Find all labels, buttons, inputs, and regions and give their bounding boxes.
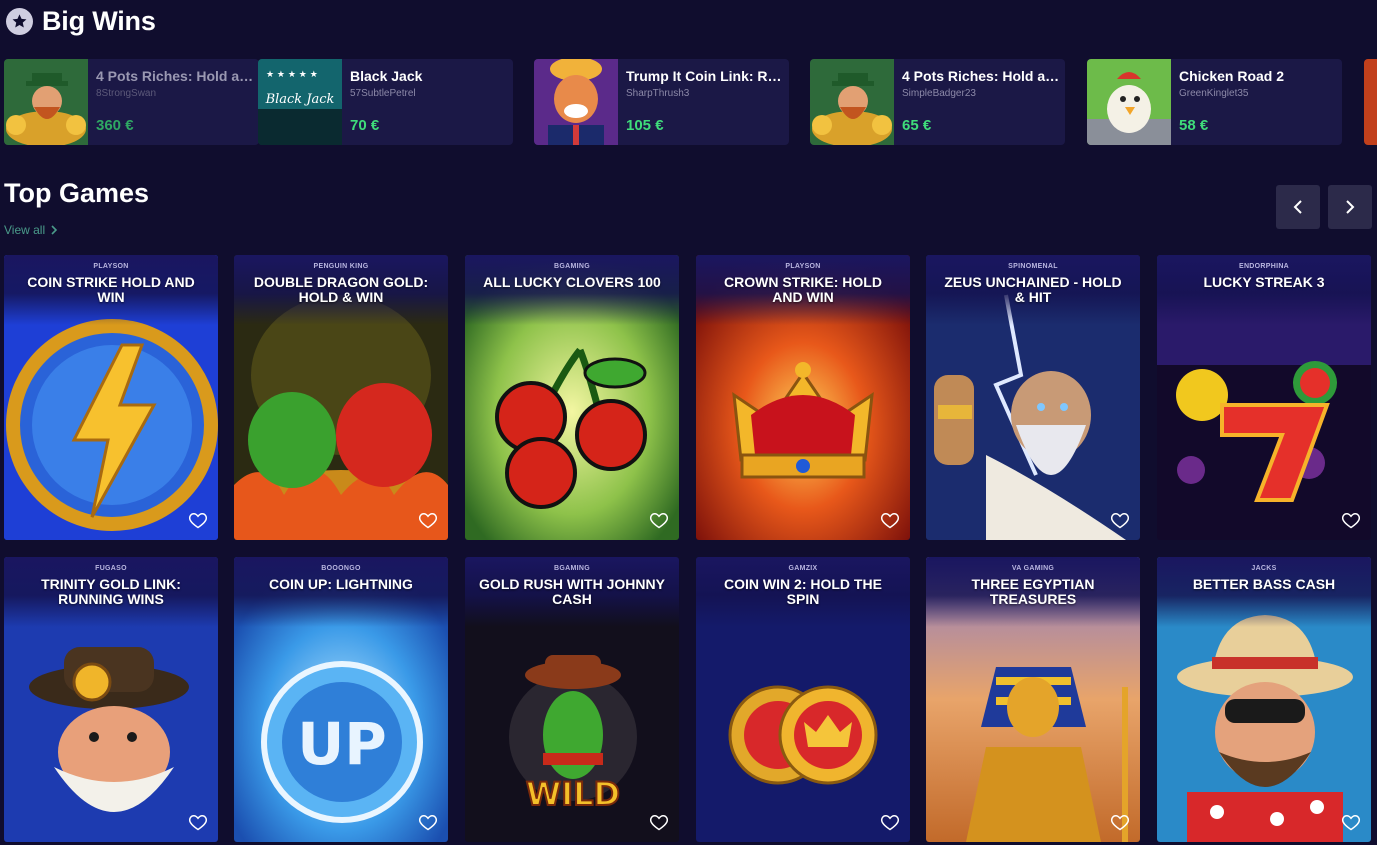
game-tile[interactable]: PENGUIN KING DOUBLE DRAGON GOLD: HOLD & … [234, 255, 448, 540]
game-thumbnail [534, 59, 618, 145]
game-thumbnail [1087, 59, 1171, 145]
game-tile[interactable]: PLAYSON CROWN STRIKE: HOLD AND WIN [696, 255, 910, 540]
game-name: LUCKY STREAK 3 [1203, 274, 1325, 290]
game-tile[interactable]: UP BOOONGO COIN UP: LIGHTNING [234, 557, 448, 842]
big-wins-title: Big Wins [42, 6, 156, 36]
win-card[interactable]: ★ ★ ★ ★ ★ Black Jack Black Jack 57Subtle… [258, 59, 513, 145]
game-provider: FUGASO [95, 565, 127, 572]
game-tile[interactable]: GAMZIX COIN WIN 2: HOLD THE SPIN [696, 557, 910, 842]
win-card[interactable]: 4 Pots Riches: Hold and Win SimpleBadger… [810, 59, 1065, 145]
blackjack-logo-text: Black Jack [265, 92, 335, 107]
favorite-heart-icon[interactable] [1110, 812, 1130, 832]
chevron-right-icon [51, 225, 58, 235]
win-card-partial[interactable] [1364, 59, 1377, 145]
carousel-prev-button[interactable] [1276, 185, 1320, 229]
view-all-label: View all [4, 223, 46, 237]
game-provider: PENGUIN KING [313, 263, 369, 270]
game-name: COIN WIN 2: HOLD THE SPIN [724, 576, 882, 607]
game-tile[interactable]: BGAMING ALL LUCKY CLOVERS 100 [465, 255, 679, 540]
game-tile[interactable]: ENDORPHINA LUCKY STREAK 3 [1157, 255, 1371, 540]
game-thumbnail [810, 59, 894, 145]
game-tile[interactable]: PLAYSON COIN STRIKE HOLD AND WIN [4, 255, 218, 540]
game-provider: PLAYSON [785, 263, 821, 270]
win-card[interactable]: 4 Pots Riches: Hold and Win 8StrongSwan … [4, 59, 259, 145]
game-name: COIN STRIKE HOLD AND WIN [27, 274, 195, 305]
win-card[interactable]: Trump It Coin Link: Running Wins SharpTh… [534, 59, 789, 145]
favorite-heart-icon[interactable] [880, 812, 900, 832]
game-name: CROWN STRIKE: HOLD AND WIN [724, 274, 882, 305]
game-name: BETTER BASS CASH [1192, 576, 1336, 592]
game-tile[interactable]: WILD BGAMING GOLD RUSH WITH JOHNNY CASH [465, 557, 679, 842]
win-game-name: 4 Pots Riches: Hold and Win [902, 68, 1060, 84]
win-card[interactable]: Chicken Road 2 GreenKinglet35 58 € [1087, 59, 1342, 145]
win-game-name: Trump It Coin Link: Running Wins [626, 68, 784, 84]
game-provider: SPINOMENAL [1008, 263, 1058, 270]
star-icon [6, 8, 33, 35]
game-tile[interactable]: SPINOMENAL ZEUS UNCHAINED - HOLD & HIT [926, 255, 1140, 540]
win-username: 57SubtlePetrel [350, 88, 416, 99]
favorite-heart-icon[interactable] [649, 510, 669, 530]
game-name: GOLD RUSH WITH JOHNNY CASH [479, 576, 665, 607]
win-game-name: 4 Pots Riches: Hold and Win [96, 68, 254, 84]
game-provider: PLAYSON [93, 263, 129, 270]
win-amount: 360 € [96, 117, 134, 134]
big-wins-list: 4 Pots Riches: Hold and Win 8StrongSwan … [4, 59, 1377, 145]
favorite-heart-icon[interactable] [418, 812, 438, 832]
chevron-right-icon [1346, 200, 1355, 214]
game-provider: GAMZIX [788, 565, 818, 572]
game-name: THREE EGYPTIAN TREASURES [971, 576, 1095, 607]
win-username: SharpThrush3 [626, 88, 690, 99]
win-amount: 105 € [626, 117, 664, 134]
game-name: ALL LUCKY CLOVERS 100 [483, 274, 661, 290]
win-username: SimpleBadger23 [902, 88, 976, 99]
chevron-left-icon [1293, 200, 1302, 214]
win-game-name: Chicken Road 2 [1179, 68, 1285, 84]
favorite-heart-icon[interactable] [880, 510, 900, 530]
top-games-title: Top Games [4, 178, 150, 208]
game-name: ZEUS UNCHAINED - HOLD & HIT [944, 274, 1122, 305]
game-provider: ENDORPHINA [1238, 263, 1290, 270]
game-provider: JACKS [1251, 565, 1277, 572]
svg-text:★ ★ ★ ★ ★: ★ ★ ★ ★ ★ [266, 70, 318, 80]
carousel-next-button[interactable] [1328, 185, 1372, 229]
win-amount: 70 € [350, 117, 380, 134]
game-tile[interactable]: FUGASO TRINITY GOLD LINK: RUNNING WINS [4, 557, 218, 842]
game-provider: BGAMING [554, 263, 590, 270]
favorite-heart-icon[interactable] [188, 510, 208, 530]
favorite-heart-icon[interactable] [1341, 510, 1361, 530]
game-thumbnail [4, 59, 88, 145]
up-logo-text: UP [297, 710, 387, 778]
win-amount: 65 € [902, 117, 932, 134]
favorite-heart-icon[interactable] [649, 812, 669, 832]
win-username: GreenKinglet35 [1179, 88, 1249, 99]
game-provider: VA GAMING [1011, 565, 1055, 572]
game-tile[interactable]: JACKS BETTER BASS CASH [1157, 557, 1371, 842]
game-tile[interactable]: VA GAMING THREE EGYPTIAN TREASURES [926, 557, 1140, 842]
game-name: COIN UP: LIGHTNING [269, 576, 413, 592]
game-name: TRINITY GOLD LINK: RUNNING WINS [41, 576, 181, 607]
game-provider: BGAMING [554, 565, 590, 572]
game-name: DOUBLE DRAGON GOLD: HOLD & WIN [253, 274, 429, 305]
favorite-heart-icon[interactable] [188, 812, 208, 832]
win-game-name: Black Jack [350, 68, 423, 84]
big-wins-header: Big Wins [6, 6, 156, 37]
favorite-heart-icon[interactable] [1341, 812, 1361, 832]
favorite-heart-icon[interactable] [418, 510, 438, 530]
win-amount: 58 € [1179, 117, 1209, 134]
game-provider: BOOONGO [321, 565, 361, 572]
favorite-heart-icon[interactable] [1110, 510, 1130, 530]
win-username: 8StrongSwan [96, 88, 157, 99]
view-all-link[interactable]: View all [4, 223, 58, 237]
game-thumbnail: ★ ★ ★ ★ ★ Black Jack [258, 59, 342, 145]
wild-logo-text: WILD [526, 775, 620, 813]
